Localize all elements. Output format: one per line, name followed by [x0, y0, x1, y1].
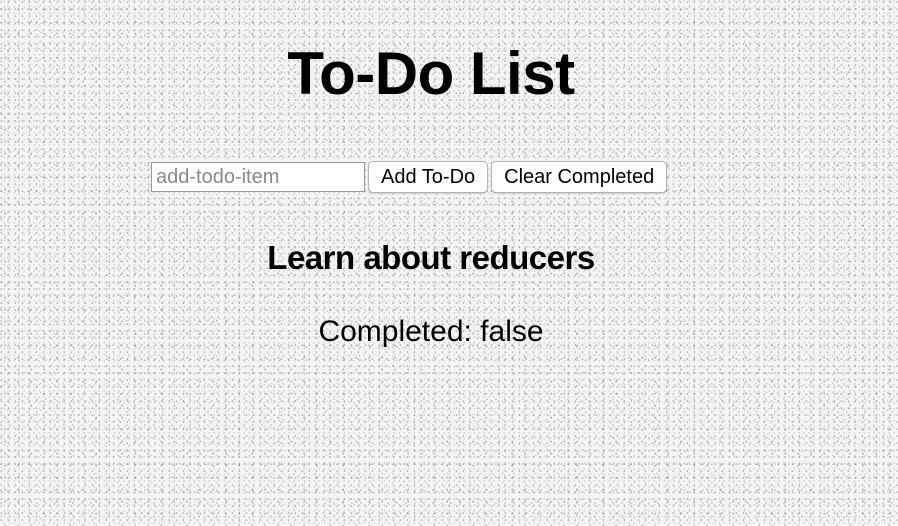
todo-item-title[interactable]: Learn about reducers [0, 236, 862, 280]
clear-completed-button[interactable]: Clear Completed [491, 161, 668, 193]
add-todo-input[interactable] [151, 162, 365, 192]
todo-app: To-Do List Add To-Do Clear Completed Lea… [0, 0, 898, 526]
add-todo-button[interactable]: Add To-Do [368, 161, 489, 193]
todo-item-status: Completed: false [318, 315, 544, 348]
todo-form: Add To-Do Clear Completed [151, 160, 668, 194]
page-title: To-Do List [287, 40, 575, 107]
